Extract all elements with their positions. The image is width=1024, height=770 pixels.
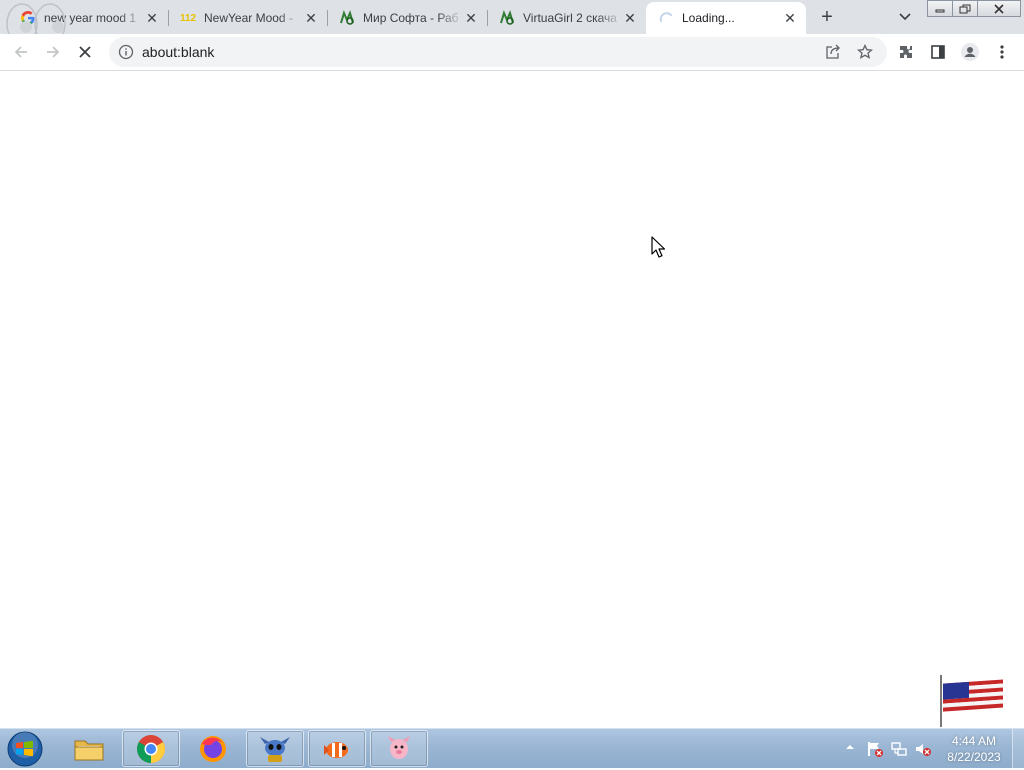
system-clock[interactable]: 4:44 AM 8/22/2023: [940, 733, 1008, 765]
close-icon: [994, 3, 1004, 14]
network-icon[interactable]: [890, 740, 908, 758]
side-panel-button[interactable]: [924, 38, 952, 66]
minimize-button[interactable]: [927, 0, 953, 17]
plus-icon: +: [821, 5, 833, 28]
info-icon[interactable]: [118, 44, 134, 60]
show-hidden-icons-icon[interactable]: [844, 742, 856, 752]
tab-virtuagirl[interactable]: VirtuaGirl 2 скача ✕: [487, 2, 646, 34]
tab-strip: new year mood 1 ✕ 112 NewYear Mood - ✕ М…: [0, 0, 1024, 34]
mirsofta-icon: [499, 10, 515, 26]
close-tab-icon[interactable]: ✕: [622, 10, 638, 26]
tab-loading[interactable]: Loading... ✕: [646, 2, 806, 34]
minimize-icon: [935, 9, 945, 12]
tab-title: NewYear Mood -: [204, 11, 293, 25]
firefox-icon: [200, 735, 226, 762]
browser-toolbar: about:blank: [0, 34, 1024, 71]
new-tab-button[interactable]: +: [815, 5, 839, 29]
taskbar-stitch[interactable]: [246, 730, 304, 767]
stop-button[interactable]: [71, 38, 99, 66]
clock-time: 4:44 AM: [951, 734, 997, 748]
restore-button[interactable]: [952, 0, 978, 17]
close-window-button[interactable]: [977, 0, 1021, 17]
menu-icon: [1000, 45, 1004, 59]
loading-spinner-icon: [658, 10, 674, 26]
forward-icon: [47, 46, 60, 58]
extensions-button[interactable]: [892, 38, 920, 66]
side-panel-icon: [931, 45, 945, 59]
clownfish-icon: [324, 741, 348, 758]
chrome-icon: [137, 734, 165, 763]
tab-title: Loading...: [682, 11, 735, 25]
share-icon[interactable]: [825, 44, 841, 60]
taskbar: 4:44 AM 8/22/2023: [0, 728, 1024, 768]
volume-muted-icon[interactable]: [914, 740, 932, 758]
stop-icon: [79, 46, 91, 58]
stitch-icon: [260, 736, 290, 762]
menu-button[interactable]: [988, 38, 1016, 66]
close-tab-icon[interactable]: ✕: [144, 10, 160, 26]
start-button[interactable]: [5, 731, 45, 767]
restore-icon: [959, 4, 971, 13]
taskbar-explorer[interactable]: [60, 730, 118, 767]
show-desktop-button[interactable]: [1012, 729, 1024, 768]
windows-start-icon: [7, 731, 43, 767]
taskbar-nemo[interactable]: [308, 730, 366, 767]
tab-title: VirtuaGirl 2 скача: [523, 11, 617, 25]
taskbar-piglet[interactable]: [370, 730, 428, 767]
profile-icon: [961, 43, 979, 61]
extensions-icon: [900, 46, 912, 58]
tab-search-button[interactable]: [893, 6, 917, 28]
close-tab-icon[interactable]: ✕: [782, 10, 798, 26]
close-tab-icon[interactable]: ✕: [303, 10, 319, 26]
tab-mir-softa[interactable]: Мир Софта - Раб ✕: [327, 2, 487, 34]
address-url[interactable]: about:blank: [142, 44, 214, 60]
profile-button[interactable]: [956, 38, 984, 66]
close-tab-icon[interactable]: ✕: [463, 10, 479, 26]
us-flag-gadget-icon: [940, 675, 1003, 727]
taskbar-chrome[interactable]: [122, 730, 180, 767]
folder-icon: [74, 740, 104, 760]
mirsofta-icon: [339, 10, 355, 26]
forward-button[interactable]: [39, 38, 67, 66]
star-icon[interactable]: [857, 44, 873, 60]
action-center-flag-icon[interactable]: [866, 740, 884, 758]
clock-date: 8/22/2023: [947, 750, 1001, 764]
site-112-icon: 112: [179, 12, 197, 24]
piglet-icon: [388, 735, 410, 759]
taskbar-firefox[interactable]: [184, 730, 242, 767]
mouse-cursor-icon: [651, 236, 665, 258]
address-bar[interactable]: about:blank: [109, 37, 887, 67]
chevron-down-icon: [899, 13, 911, 21]
tab-newyear-mood[interactable]: 112 NewYear Mood - ✕: [168, 2, 327, 34]
tab-title: Мир Софта - Раб: [363, 11, 459, 25]
back-icon: [14, 46, 27, 58]
back-button[interactable]: [7, 38, 35, 66]
page-content: [0, 71, 1024, 728]
